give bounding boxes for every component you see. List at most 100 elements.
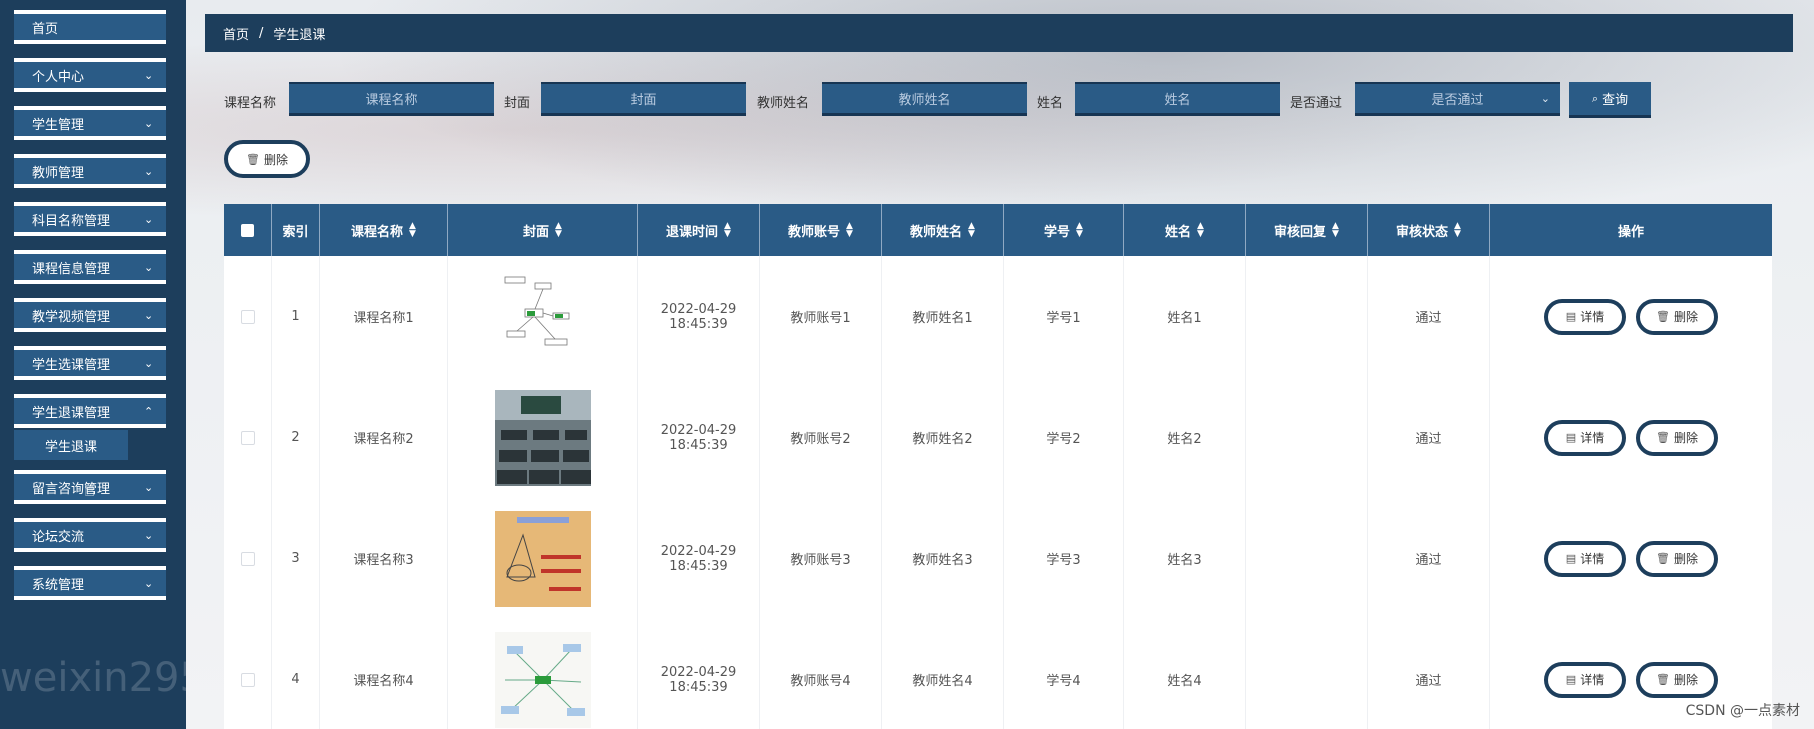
th-name[interactable]: 姓名 ▲ ▼ <box>1124 204 1246 256</box>
footer-credit: CSDN @一点素材 <box>1685 703 1800 719</box>
cover-thumbnail-flowchart[interactable] <box>494 268 591 365</box>
cell-index: 1 <box>272 256 320 377</box>
delete-button[interactable]: 🗑 删除 <box>1636 661 1718 698</box>
trash-icon: 🗑 <box>1656 552 1670 565</box>
table-row: 1 课程名称1 2022-04-29 18:45:39 教师账号1 教师姓名1 … <box>224 256 1772 378</box>
menu-label: 课程信息管理 <box>32 261 111 277</box>
cell-teacher-account: 教师账号3 <box>760 498 882 619</box>
cover-thumbnail-classroom[interactable] <box>494 389 591 486</box>
row-checkbox[interactable] <box>240 672 255 687</box>
course-name-label: 课程名称 <box>224 96 277 111</box>
table-header: 索引 课程名称 ▲ ▼ 封面 ▲ ▼ 退课时间 ▲ ▼ 教师账号 ▲ ▼ 教师姓名 ▲ ▼ 学号 ▲ ▼… <box>224 204 1772 256</box>
cell-course: 课程名称3 <box>320 498 448 619</box>
menu-label: 个人中心 <box>32 69 85 85</box>
chevron-down-icon: ⌄ <box>144 117 154 130</box>
menu-teacher-manage[interactable]: 教师管理 ⌄ <box>14 154 166 188</box>
row-checkbox-cell[interactable] <box>224 256 272 377</box>
submenu-drop-course[interactable]: 学生退课 <box>14 430 128 460</box>
menu-label: 科目名称管理 <box>32 213 111 229</box>
th-teacher-name[interactable]: 教师姓名 ▲ ▼ <box>882 204 1004 256</box>
menu-course-info-manage[interactable]: 课程信息管理 ⌄ <box>14 250 166 284</box>
th-index: 索引 <box>272 204 320 256</box>
cell-name: 姓名2 <box>1124 377 1246 498</box>
th-status[interactable]: 审核状态 ▲ ▼ <box>1368 204 1490 256</box>
chevron-down-icon: ⌄ <box>1540 92 1550 105</box>
menu-label: 教学视频管理 <box>32 309 111 325</box>
detail-button[interactable]: ▤ 详情 <box>1544 419 1626 456</box>
menu-label: 教师管理 <box>32 165 85 181</box>
row-checkbox-cell[interactable] <box>224 377 272 498</box>
sort-icon: ▲ ▼ <box>1076 221 1083 239</box>
cover-input[interactable]: 封面 <box>541 82 746 116</box>
select-all-checkbox[interactable] <box>241 223 254 237</box>
course-name-input[interactable]: 课程名称 <box>289 82 494 116</box>
pass-label: 是否通过 <box>1290 96 1343 111</box>
cover-thumbnail-mindmap[interactable] <box>494 631 591 728</box>
th-teacher-account[interactable]: 教师账号 ▲ ▼ <box>760 204 882 256</box>
cell-ops: ▤ 详情 🗑 删除 <box>1490 377 1772 498</box>
cell-name: 姓名1 <box>1124 256 1246 377</box>
sort-icon: ▲ ▼ <box>409 221 416 239</box>
chevron-down-icon: ⌄ <box>144 481 154 494</box>
th-label: 退课时间 <box>666 224 719 240</box>
th-cover[interactable]: 封面 ▲ ▼ <box>448 204 638 256</box>
row-checkbox[interactable] <box>240 309 255 324</box>
menu-system-manage[interactable]: 系统管理 ⌄ <box>14 566 166 600</box>
chevron-down-icon: ⌄ <box>144 69 154 82</box>
cell-status: 通过 <box>1368 619 1490 729</box>
delete-label: 删除 <box>1673 673 1698 687</box>
delete-button[interactable]: 🗑 删除 <box>1636 298 1718 335</box>
select-all-header[interactable] <box>224 204 272 256</box>
sort-icon: ▲ ▼ <box>968 221 975 239</box>
chevron-down-icon: ⌄ <box>144 357 154 370</box>
delete-button[interactable]: 🗑 删除 <box>1636 419 1718 456</box>
th-student-no[interactable]: 学号 ▲ ▼ <box>1004 204 1124 256</box>
menu-home[interactable]: 首页 <box>14 10 166 44</box>
delete-button[interactable]: 🗑 删除 <box>1636 540 1718 577</box>
cell-reply <box>1246 619 1368 729</box>
th-time[interactable]: 退课时间 ▲ ▼ <box>638 204 760 256</box>
menu-course-select-manage[interactable]: 学生选课管理 ⌄ <box>14 346 166 380</box>
menu-subject-manage[interactable]: 科目名称管理 ⌄ <box>14 202 166 236</box>
menu-student-manage[interactable]: 学生管理 ⌄ <box>14 106 166 140</box>
document-icon: ▤ <box>1565 673 1577 686</box>
th-course[interactable]: 课程名称 ▲ ▼ <box>320 204 448 256</box>
submenu-label: 学生退课 <box>44 439 97 455</box>
row-checkbox-cell[interactable] <box>224 498 272 619</box>
sort-icon: ▲ ▼ <box>846 221 853 239</box>
th-reply[interactable]: 审核回复 ▲ ▼ <box>1246 204 1368 256</box>
row-checkbox-cell[interactable] <box>224 619 272 729</box>
table-row: 2 课程名称2 2022-04-29 18:45:39 教师账号2 教师姓名2 … <box>224 377 1772 499</box>
detail-label: 详情 <box>1580 310 1605 324</box>
query-label: 查询 <box>1602 93 1629 108</box>
menu-personal-center[interactable]: 个人中心 ⌄ <box>14 58 166 92</box>
name-input[interactable]: 姓名 <box>1075 82 1280 116</box>
cover-thumbnail-math-board[interactable] <box>494 510 591 607</box>
th-label: 姓名 <box>1165 224 1192 240</box>
delete-label: 删除 <box>1673 431 1698 445</box>
sort-icon: ▲ ▼ <box>724 221 731 239</box>
detail-button[interactable]: ▤ 详情 <box>1544 298 1626 335</box>
chevron-up-icon: ⌃ <box>144 405 154 418</box>
document-icon: ▤ <box>1565 431 1577 444</box>
sort-icon: ▲ ▼ <box>1454 221 1461 239</box>
cell-ops: ▤ 详情 🗑 删除 <box>1490 256 1772 377</box>
menu-video-manage[interactable]: 教学视频管理 ⌄ <box>14 298 166 332</box>
row-checkbox[interactable] <box>240 430 255 445</box>
batch-delete-button[interactable]: 🗑 删除 <box>224 140 310 178</box>
query-button[interactable]: ⌕ 查询 <box>1569 82 1651 118</box>
teacher-name-input[interactable]: 教师姓名 <box>822 82 1027 116</box>
breadcrumb-home[interactable]: 首页 <box>223 24 249 43</box>
detail-button[interactable]: ▤ 详情 <box>1544 661 1626 698</box>
th-label: 索引 <box>282 224 309 240</box>
pass-select[interactable]: 是否通过 ⌄ <box>1355 82 1560 116</box>
row-checkbox[interactable] <box>240 551 255 566</box>
th-ops: 操作 <box>1490 204 1772 256</box>
menu-forum[interactable]: 论坛交流 ⌄ <box>14 518 166 552</box>
detail-button[interactable]: ▤ 详情 <box>1544 540 1626 577</box>
trash-icon: 🗑 <box>1656 673 1670 686</box>
cell-teacher-name: 教师姓名2 <box>882 377 1004 498</box>
menu-drop-course-manage[interactable]: 学生退课管理 ⌃ <box>14 394 166 428</box>
cell-student-no: 学号3 <box>1004 498 1124 619</box>
cell-student-no: 学号1 <box>1004 256 1124 377</box>
